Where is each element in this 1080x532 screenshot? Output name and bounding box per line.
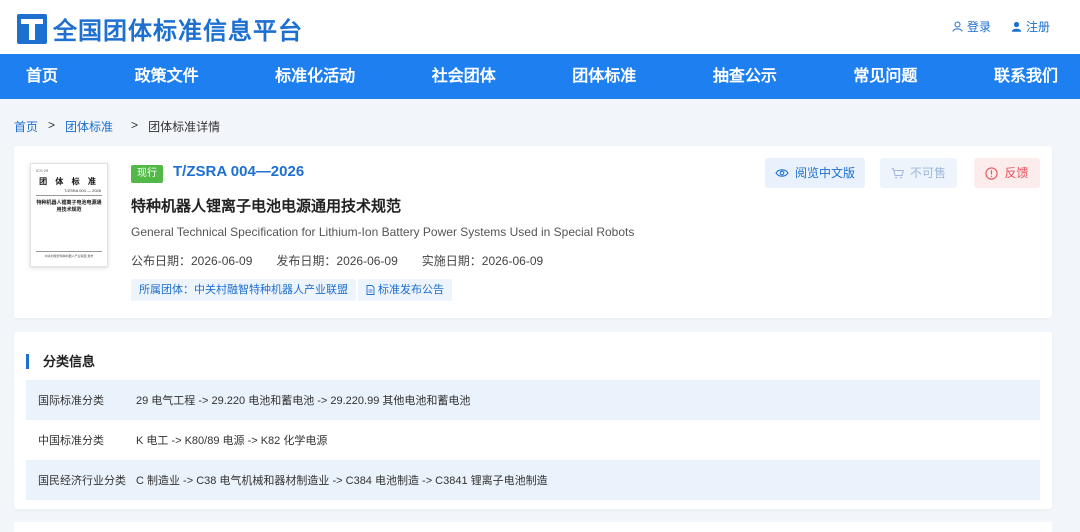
classification-value: 29 电气工程 -> 29.220 电池和蓄电池 -> 29.220.99 其他…	[136, 395, 471, 407]
logo-icon	[17, 13, 47, 44]
classification-value: K 电工 -> K80/89 电源 -> K82 化学电源	[136, 435, 328, 447]
classification-row: 国民经济行业分类 C 制造业 -> C38 电气机械和器材制造业 -> C384…	[26, 460, 1040, 500]
notice-chip[interactable]: 标准发布公告	[358, 279, 452, 301]
standard-cover-thumbnail[interactable]: ICS 29 团 体 标 准 T/ZSRA 004 — 2026 特种机器人锂离…	[30, 163, 108, 267]
nav-item-standards[interactable]: 团体标准	[572, 54, 636, 99]
standard-code: T/ZSRA 004—2026	[173, 163, 305, 180]
not-for-sale-button[interactable]: 不可售	[880, 158, 957, 188]
breadcrumb-separator: >	[48, 118, 56, 132]
classification-card: 分类信息 国际标准分类 29 电气工程 -> 29.220 电池和蓄电池 -> …	[14, 332, 1052, 509]
read-chinese-button[interactable]: 阅览中文版	[765, 158, 865, 188]
classification-label: 中国标准分类	[38, 435, 104, 447]
not-for-sale-label: 不可售	[909, 166, 946, 180]
user-outline-icon	[952, 21, 963, 32]
main-nav: 首页 政策文件 标准化活动 社会团体 团体标准 抽查公示 常见问题 联系我们	[0, 54, 1080, 99]
nav-item-contact[interactable]: 联系我们	[994, 54, 1058, 99]
thumbnail-rule	[36, 195, 102, 196]
organization-chip[interactable]: 所属团体：中关村融智特种机器人产业联盟	[131, 279, 356, 301]
nav-item-inspection[interactable]: 抽查公示	[713, 54, 777, 99]
top-header: 全国团体标准信息平台 登录 注册	[0, 0, 1080, 54]
login-label: 登录	[966, 20, 991, 34]
breadcrumb-separator: >	[131, 118, 139, 132]
cart-icon	[891, 167, 904, 178]
nav-item-activities[interactable]: 标准化活动	[275, 54, 355, 99]
status-badge: 现行	[131, 165, 163, 183]
classification-label: 国民经济行业分类	[38, 475, 126, 487]
auth-links: 登录 注册	[932, 18, 1050, 35]
breadcrumb-current: 团体标准详情	[148, 120, 221, 134]
nav-item-organizations[interactable]: 社会团体	[432, 54, 496, 99]
eye-icon	[775, 169, 789, 177]
thumbnail-rule	[36, 251, 102, 252]
read-chinese-label: 阅览中文版	[794, 166, 855, 180]
section-title: 分类信息	[26, 354, 95, 369]
organization-chip-label: 所属团体：中关村融智特种机器人产业联盟	[139, 284, 348, 296]
breadcrumb-home[interactable]: 首页	[14, 118, 38, 135]
standard-dates: 公布日期：2026-06-09 发布日期：2026-06-09 实施日期：202…	[131, 252, 567, 269]
classification-row: 国际标准分类 29 电气工程 -> 29.220 电池和蓄电池 -> 29.22…	[26, 380, 1040, 420]
publish-date: 公布日期：2026-06-09	[131, 254, 253, 268]
nav-item-policy[interactable]: 政策文件	[135, 54, 199, 99]
feedback-button[interactable]: 反馈	[974, 158, 1040, 188]
site-title: 全国团体标准信息平台	[53, 18, 303, 45]
classification-value: C 制造业 -> C38 电气机械和器材制造业 -> C384 电池制造 -> …	[136, 475, 548, 487]
standard-detail-card: ICS 29 团 体 标 准 T/ZSRA 004 — 2026 特种机器人锂离…	[14, 146, 1052, 318]
release-date: 发布日期：2026-06-09	[276, 254, 398, 268]
breadcrumb-standards[interactable]: 团体标准	[65, 118, 113, 135]
standard-title-cn: 特种机器人锂离子电池电源通用技术规范	[131, 198, 402, 215]
thumbnail-title: 团 体 标 准	[39, 177, 99, 186]
next-section-card	[14, 522, 1052, 532]
feedback-label: 反馈	[1004, 166, 1029, 180]
thumbnail-ics: ICS 29	[36, 168, 49, 173]
alert-circle-icon	[985, 166, 999, 180]
thumbnail-publisher: 中关村融智特种机器人产业联盟 发布	[44, 254, 94, 258]
classification-label: 国际标准分类	[38, 395, 104, 407]
login-link[interactable]: 登录	[952, 18, 991, 35]
user-solid-icon	[1011, 21, 1022, 32]
thumbnail-name: 特种机器人锂离子电池电源通用技术规范	[36, 200, 102, 213]
standard-title-en: General Technical Specification for Lith…	[131, 225, 635, 239]
breadcrumb: 首页 > 团体标准 > 团体标准详情	[14, 118, 220, 135]
document-icon	[366, 285, 375, 295]
classification-row: 中国标准分类 K 电工 -> K80/89 电源 -> K82 化学电源	[26, 420, 1040, 460]
register-link[interactable]: 注册	[1011, 18, 1050, 35]
effective-date: 实施日期：2026-06-09	[421, 254, 544, 268]
thumbnail-code: T/ZSRA 004 — 2026	[64, 188, 101, 193]
nav-item-faq[interactable]: 常见问题	[853, 54, 917, 99]
nav-item-home[interactable]: 首页	[26, 54, 58, 99]
site-logo[interactable]: 全国团体标准信息平台	[17, 11, 303, 46]
notice-chip-label: 标准发布公告	[378, 284, 444, 296]
register-label: 注册	[1025, 20, 1050, 34]
